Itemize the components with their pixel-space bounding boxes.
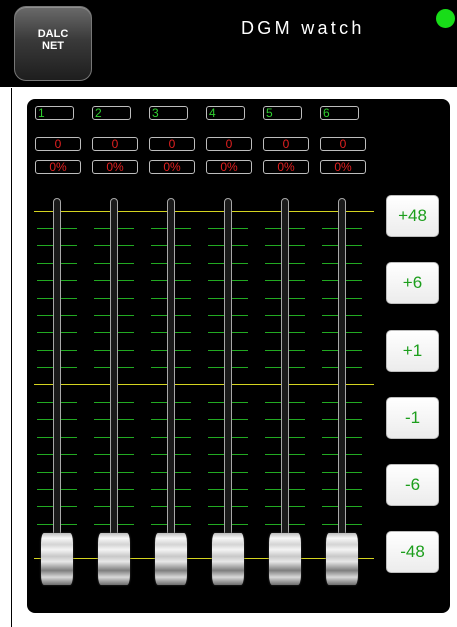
channel-number: 4: [206, 106, 245, 120]
logo-line-1: DALC: [37, 28, 69, 40]
fader-knob[interactable]: [269, 533, 301, 585]
channel-percent: 0%: [35, 160, 81, 174]
channel-percent: 0%: [149, 160, 195, 174]
channel-value: 0: [149, 137, 195, 151]
top-bar: DALC NET DGM watch: [0, 0, 457, 87]
channel-percent: 0%: [320, 160, 366, 174]
fader-track: [53, 198, 61, 556]
channel-value: 0: [320, 137, 366, 151]
fader-knob[interactable]: [326, 533, 358, 585]
channel-number: 3: [149, 106, 188, 120]
channel-value: 0: [92, 137, 138, 151]
channel-number: 5: [263, 106, 302, 120]
channel-value: 0: [206, 137, 252, 151]
fader-track: [167, 198, 175, 556]
app-title: DGM watch: [241, 18, 365, 38]
step-button-plus-48[interactable]: +48: [386, 195, 439, 237]
fader-knob[interactable]: [212, 533, 244, 585]
scale-line-major: [34, 384, 374, 385]
logo-line-2: NET: [42, 40, 64, 52]
channel-number: 1: [35, 106, 74, 120]
fader-knob[interactable]: [41, 533, 73, 585]
step-button-minus-48[interactable]: -48: [386, 531, 439, 573]
step-button-plus-6[interactable]: +6: [386, 262, 439, 304]
fader-track: [281, 198, 289, 556]
step-button-minus-1[interactable]: -1: [386, 397, 439, 439]
step-button-minus-6[interactable]: -6: [386, 464, 439, 506]
scale-line-major: [34, 558, 374, 559]
fader-track: [338, 198, 346, 556]
channel-number: 2: [92, 106, 131, 120]
channel-number: 6: [320, 106, 359, 120]
channel-percent: 0%: [206, 160, 252, 174]
fader-track: [110, 198, 118, 556]
dalc-net-logo-button[interactable]: DALC NET: [14, 6, 92, 81]
channel-percent: 0%: [263, 160, 309, 174]
channel-percent: 0%: [92, 160, 138, 174]
left-divider: [11, 88, 12, 627]
step-button-plus-1[interactable]: +1: [386, 330, 439, 372]
fader-knob[interactable]: [155, 533, 187, 585]
connection-status-indicator: [436, 9, 455, 28]
fader-track: [224, 198, 232, 556]
channel-value: 0: [263, 137, 309, 151]
channel-value: 0: [35, 137, 81, 151]
scale-line-major: [34, 211, 374, 212]
fader-knob[interactable]: [98, 533, 130, 585]
